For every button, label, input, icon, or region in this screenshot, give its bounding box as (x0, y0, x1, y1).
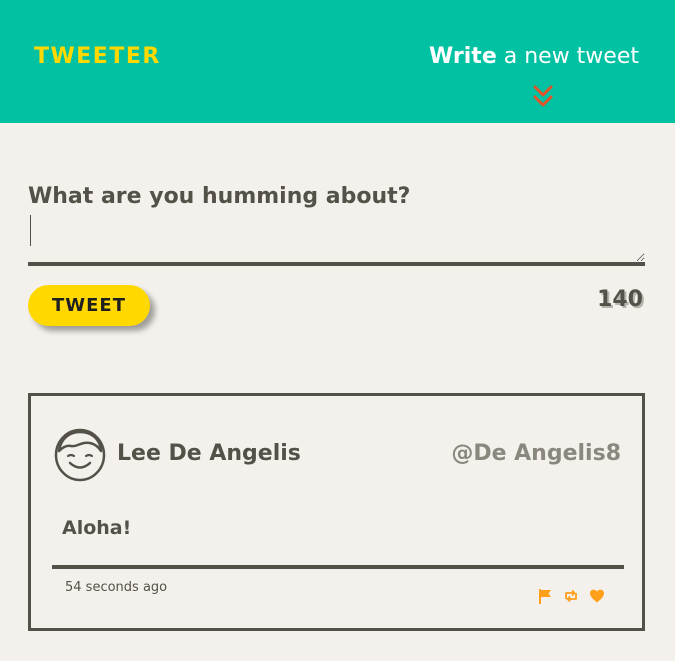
retweet-icon[interactable] (563, 588, 579, 604)
tweet-card: Lee De Angelis @De Angelis8 Aloha! 54 se… (28, 393, 645, 631)
character-counter: 140 (597, 287, 643, 312)
compose-toggle-label: a new tweet (496, 44, 639, 69)
tweet-submit-button[interactable]: Tweet (28, 285, 150, 326)
compose-toggle-button[interactable]: Write a new tweet (429, 44, 639, 69)
tweet-author-handle: @De Angelis8 (451, 441, 621, 466)
tweet-author-name: Lee De Angelis (117, 441, 301, 466)
app-header: TWEETER Write a new tweet (0, 0, 675, 123)
tweet-text-input[interactable] (28, 212, 645, 266)
user-face-icon (54, 428, 106, 482)
flag-icon[interactable] (537, 588, 553, 604)
tweet-actions (537, 588, 605, 604)
compose-toggle-bold-label: Write (429, 44, 497, 69)
app-logo[interactable]: TWEETER (34, 44, 161, 69)
tweet-body-text: Aloha! (62, 517, 132, 539)
compose-prompt-label: What are you humming about? (28, 184, 411, 209)
text-caret (30, 215, 31, 246)
tweet-divider (52, 565, 624, 569)
tweet-timestamp: 54 seconds ago (65, 580, 168, 595)
heart-icon[interactable] (589, 588, 605, 604)
double-chevron-down-icon[interactable] (533, 84, 553, 108)
